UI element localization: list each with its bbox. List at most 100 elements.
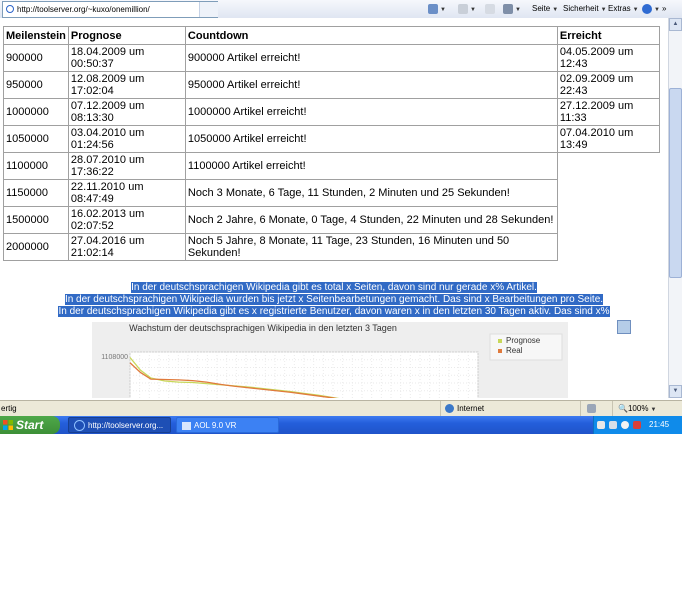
milestone-cell: 1050000 — [3, 125, 69, 153]
legend-label: Prognose — [506, 336, 541, 345]
help-icon[interactable] — [597, 421, 605, 429]
milestone-cell: 950000 — [3, 71, 69, 99]
taskbar-item-browser[interactable]: http://toolserver.org... — [68, 417, 171, 433]
reached-cell — [557, 180, 659, 207]
browser-toolbar: http://toolserver.org/~kuxo/onemillion/ … — [0, 0, 682, 19]
start-label: Start — [16, 418, 44, 432]
start-button[interactable]: Start — [0, 416, 60, 434]
taskbar-item-label: AOL 9.0 VR — [194, 421, 237, 430]
milestone-cell: 1100000 — [3, 152, 69, 180]
table-row: 1050000 03.04.2010 um 01:24:56 1050000 A… — [3, 125, 660, 153]
prognosis-cell: 27.04.2016 um 21:02:14 — [67, 233, 186, 261]
countdown-cell: Noch 5 Jahre, 8 Monate, 11 Tage, 23 Stun… — [184, 233, 558, 261]
print-icon — [503, 3, 513, 14]
legend-label: Real — [506, 346, 523, 355]
prognosis-cell: 07.12.2009 um 08:13:30 — [67, 98, 186, 126]
ie-icon — [74, 420, 85, 432]
prognosis-cell: 18.04.2009 um 00:50:37 — [67, 44, 186, 72]
reached-cell — [557, 153, 659, 180]
legend-swatch — [498, 339, 502, 343]
security-zone: Internet — [440, 401, 580, 416]
zoom-level: 100% — [627, 404, 649, 413]
security-menu-label: Sicherheit — [563, 4, 599, 13]
help-button[interactable]: ▼ — [642, 1, 660, 16]
address-url[interactable]: http://toolserver.org/~kuxo/onemillion/ — [17, 2, 150, 17]
status-text: ertig — [1, 404, 17, 413]
status-bar: ertig Internet 🔍100% ▼ — [0, 400, 682, 417]
more-button[interactable]: » — [662, 1, 666, 16]
table-row: 2000000 27.04.2016 um 21:02:14 Noch 5 Ja… — [3, 233, 660, 261]
taskbar-item-label: http://toolserver.org... — [88, 421, 164, 430]
table-row: 1100000 28.07.2010 um 17:36:22 1100000 A… — [3, 152, 660, 180]
security-alert-icon[interactable] — [633, 421, 641, 429]
reached-cell: 27.12.2009 um 11:33 — [556, 98, 660, 126]
expand-icon[interactable] — [617, 320, 631, 334]
page-icon — [6, 5, 14, 13]
address-bar[interactable]: http://toolserver.org/~kuxo/onemillion/ — [2, 1, 218, 18]
home-button[interactable]: ▼ — [428, 1, 446, 16]
taskbar-item-aol[interactable]: AOL 9.0 VR — [176, 417, 279, 433]
header-prognosis: Prognose — [67, 26, 186, 45]
aol-icon — [182, 421, 191, 430]
statistics-text: In der deutschsprachigen Wikipedia gibt … — [0, 282, 668, 318]
milestone-cell: 1500000 — [3, 206, 69, 234]
countdown-cell: Noch 3 Monate, 6 Tage, 11 Stunden, 2 Min… — [184, 179, 558, 207]
globe-icon — [445, 404, 454, 414]
system-tray: 21:45 — [593, 416, 682, 434]
y-tick-label: 1108000 — [101, 354, 128, 361]
extras-menu-label: Extras — [608, 4, 631, 13]
chevron-down-icon: ▼ — [650, 407, 657, 413]
countdown-cell: Noch 2 Jahre, 6 Monate, 0 Tage, 4 Stunde… — [184, 206, 558, 234]
reached-cell: 02.09.2009 um 22:43 — [556, 71, 660, 99]
table-row: 950000 12.08.2009 um 17:02:04 950000 Art… — [3, 71, 660, 99]
chevron-down-icon: ▼ — [470, 7, 476, 13]
prognosis-cell: 03.04.2010 um 01:24:56 — [67, 125, 186, 153]
scroll-thumb[interactable] — [669, 88, 682, 278]
legend-swatch — [498, 349, 502, 353]
milestone-cell: 900000 — [3, 44, 69, 72]
security-menu[interactable]: Sicherheit ▼ — [563, 1, 607, 16]
extras-menu[interactable]: Extras ▼ — [608, 1, 639, 16]
prognosis-cell: 16.02.2013 um 02:07:52 — [67, 206, 186, 234]
chevron-down-icon: ▼ — [552, 7, 559, 13]
countdown-cell: 1000000 Artikel erreicht! — [184, 98, 558, 126]
feeds-button[interactable]: ▼ — [458, 1, 476, 16]
countdown-cell: 950000 Artikel erreicht! — [184, 71, 558, 99]
windows-logo-icon — [3, 420, 13, 430]
chart-title: Wachstum der deutschsprachigen Wikipedia… — [129, 323, 397, 333]
network-icon[interactable] — [609, 421, 617, 429]
header-reached: Erreicht — [556, 26, 660, 45]
milestone-table: Meilenstein Prognose Countdown Erreicht … — [3, 26, 660, 261]
chevron-down-icon: ▼ — [632, 7, 639, 13]
aol-tray-icon[interactable] — [621, 421, 629, 429]
table-header-row: Meilenstein Prognose Countdown Erreicht — [3, 26, 660, 45]
reached-cell: 07.04.2010 um 13:49 — [556, 125, 660, 153]
address-dropdown[interactable] — [199, 2, 218, 17]
clock: 21:45 — [649, 420, 670, 429]
zone-label: Internet — [457, 404, 485, 413]
page-menu[interactable]: Seite ▼ — [532, 1, 558, 16]
header-milestone: Meilenstein — [3, 26, 69, 45]
countdown-cell: 1050000 Artikel erreicht! — [184, 125, 558, 153]
help-icon — [642, 3, 652, 14]
scroll-down-button[interactable]: ▼ — [669, 385, 682, 398]
reached-cell — [557, 234, 659, 261]
milestone-cell: 1150000 — [3, 179, 69, 207]
page-content: Meilenstein Prognose Countdown Erreicht … — [0, 18, 668, 398]
mail-button[interactable] — [485, 1, 495, 16]
settings-icon — [587, 404, 596, 413]
prognosis-cell: 22.11.2010 um 08:47:49 — [67, 179, 186, 207]
zoom-control[interactable]: 🔍100% ▼ — [612, 401, 682, 416]
table-row: 1000000 07.12.2009 um 08:13:30 1000000 A… — [3, 98, 660, 126]
print-button[interactable]: ▼ — [503, 1, 521, 16]
prognosis-cell: 28.07.2010 um 17:36:22 — [67, 152, 186, 180]
vertical-scrollbar[interactable]: ▲ ▼ — [668, 18, 682, 398]
stats-edits: In der deutschsprachigen Wikipedia wurde… — [64, 294, 604, 305]
scroll-up-button[interactable]: ▲ — [669, 18, 682, 31]
taskbar: Start http://toolserver.org... AOL 9.0 V… — [0, 416, 682, 434]
home-icon — [428, 3, 438, 14]
page-menu-label: Seite — [532, 4, 551, 13]
stats-users: In der deutschsprachigen Wikipedia gibt … — [58, 306, 610, 317]
prognosis-cell: 12.08.2009 um 17:02:04 — [67, 71, 186, 99]
protected-mode[interactable] — [580, 401, 611, 416]
